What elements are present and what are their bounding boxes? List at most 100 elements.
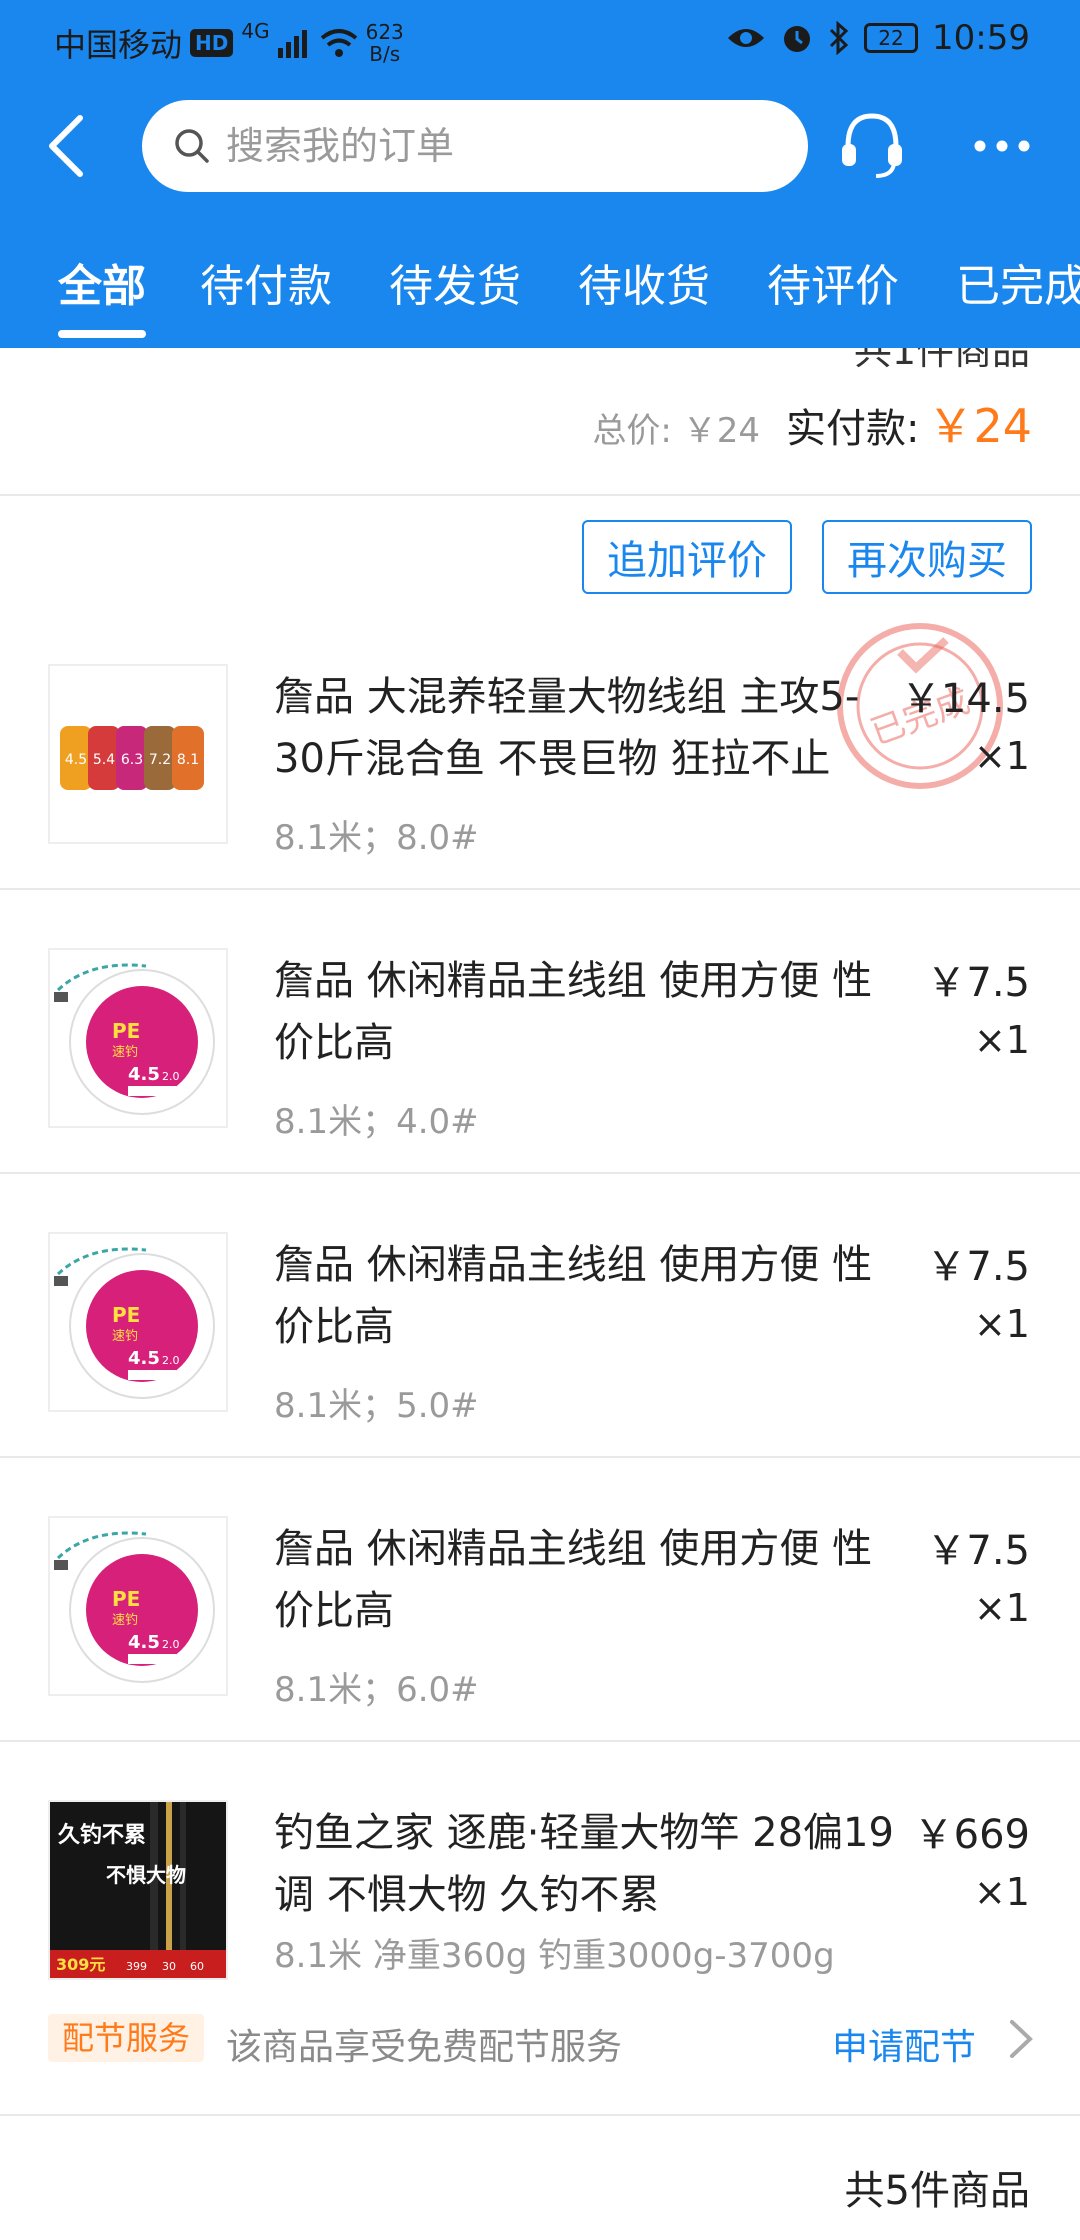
tab-pending-payment[interactable]: 待付款 [200, 250, 332, 314]
search-bar[interactable] [142, 100, 808, 192]
spool-label: 7.2 [149, 752, 171, 768]
clock: 10:59 [932, 18, 1030, 58]
divider [0, 1740, 1080, 1742]
order-tabs: 全部 待付款 待发货 待收货 待评价 已完成 [0, 246, 1080, 348]
order-list: 共1件商品 总价: ￥24 实付款: ￥24 追加评价 再次购买 已完成 4.5… [0, 348, 1080, 2240]
item-title: 詹品 大混养轻量大物线组 主攻5-30斤混合鱼 不畏巨物 狂拉不止 [274, 674, 860, 782]
reel-small-label: 2.0 [162, 1638, 180, 1651]
rod-number: 399 [126, 1960, 147, 1973]
buy-again-button[interactable]: 再次购买 [822, 520, 1032, 594]
eye-icon [728, 29, 765, 47]
reel-small-label: 2.0 [162, 1354, 180, 1367]
line-spools-image: 4.5 5.4 6.3 7.2 8.1 [48, 664, 228, 844]
order-item-count: 共5件商品 [844, 2168, 1030, 2214]
order-item[interactable]: PE 速钓 4.5 2.0 詹品 休闲精品主线组 使用方便 性价比高 8.1米；… [0, 948, 1080, 1232]
search-icon [175, 129, 209, 163]
order-item[interactable]: 4.5 5.4 6.3 7.2 8.1 詹品 大混养轻量大物线组 主攻5-30斤… [0, 664, 1080, 948]
service-description: 该商品享受免费配节服务 [226, 2027, 623, 2068]
alarm-icon [784, 26, 811, 52]
divider [0, 494, 1080, 496]
spool-label: 4.5 [65, 752, 87, 768]
item-quantity: ×1 [973, 1018, 1030, 1062]
previous-order-count: 共1件商品 [853, 348, 1030, 373]
tab-completed[interactable]: 已完成 [956, 250, 1080, 314]
item-title: 钓鱼之家 逐鹿·轻量大物竿 28偏19调 不惧大物 久钓不累 [274, 1810, 894, 1918]
add-review-button[interactable]: 追加评价 [582, 520, 792, 594]
service-row: 配节服务 该商品享受免费配节服务 申请配节 [0, 2014, 1080, 2094]
line-reel-image: PE 速钓 4.5 2.0 [48, 1516, 228, 1696]
item-spec: 8.1米；6.0# [274, 1670, 479, 1710]
line-reel-image: PE 速钓 4.5 2.0 [48, 1232, 228, 1412]
tab-pending-shipment[interactable]: 待发货 [389, 250, 521, 314]
item-quantity: ×1 [973, 1586, 1030, 1630]
item-title: 詹品 休闲精品主线组 使用方便 性价比高 [274, 1242, 873, 1350]
reel-pe-label: PE [112, 1303, 140, 1327]
reel-sub-label: 速钓 [112, 1329, 138, 1344]
item-quantity: ×1 [973, 1870, 1030, 1914]
back-arrow-icon[interactable] [40, 112, 96, 180]
net-speed: 623 B/s [366, 21, 404, 65]
rod-price-tag: 309元 [56, 1955, 105, 1974]
status-bar: 中国移动 HD 4G 623 B/s 22 10:59 [0, 0, 1080, 84]
net-speed-unit: B/s [369, 42, 401, 66]
active-tab-indicator [58, 330, 146, 338]
signal-icon [277, 30, 307, 58]
apply-service-link[interactable]: 申请配节 [832, 2018, 976, 2070]
spool-label: 8.1 [177, 752, 199, 768]
more-icon[interactable] [972, 126, 1032, 166]
bluetooth-icon [829, 21, 849, 55]
fishing-rod-image: 久钓不累 不惧大物 309元 399 30 60 [48, 1800, 228, 1980]
tab-pending-review[interactable]: 待评价 [767, 250, 899, 314]
reel-size-label: 4.5 [128, 1064, 160, 1085]
search-input[interactable] [226, 124, 746, 168]
hd-icon: HD [190, 29, 234, 57]
previous-order-total: 总价: ￥24 实付款: ￥24 [592, 390, 1032, 456]
reel-pe-label: PE [112, 1587, 140, 1611]
item-title: 詹品 休闲精品主线组 使用方便 性价比高 [274, 958, 873, 1066]
divider [0, 2114, 1080, 2116]
item-price: ￥7.5 [926, 960, 1030, 1006]
item-price: ￥7.5 [926, 1244, 1030, 1290]
spool-label: 6.3 [121, 752, 143, 768]
paid-value: ￥24 [927, 399, 1032, 453]
reel-size-label: 4.5 [128, 1632, 160, 1653]
rod-number: 30 [162, 1960, 176, 1973]
reel-small-label: 2.0 [162, 1070, 180, 1083]
network-label: 4G [241, 19, 270, 43]
reel-sub-label: 速钓 [112, 1613, 138, 1628]
spool-label: 5.4 [93, 752, 115, 768]
item-price: ￥669 [913, 1812, 1030, 1858]
reel-size-label: 4.5 [128, 1348, 160, 1369]
item-spec: 8.1米；8.0# [274, 818, 479, 858]
rod-slogan: 久钓不累 [58, 1822, 146, 1848]
service-tag: 配节服务 [48, 2014, 205, 2062]
tab-all[interactable]: 全部 [58, 250, 146, 314]
customer-service-icon[interactable] [836, 106, 908, 182]
wifi-icon [320, 29, 357, 57]
reel-pe-label: PE [112, 1019, 140, 1043]
total-price-label: 总价: ￥24 [592, 411, 760, 451]
nav-row [0, 96, 1080, 196]
divider [0, 888, 1080, 890]
item-title: 詹品 休闲精品主线组 使用方便 性价比高 [274, 1526, 873, 1634]
rod-number: 60 [190, 1960, 204, 1973]
battery-icon: 22 [864, 23, 919, 53]
paid-label: 实付款: [785, 406, 920, 452]
order-item[interactable]: PE 速钓 4.5 2.0 詹品 休闲精品主线组 使用方便 性价比高 8.1米；… [0, 1516, 1080, 1800]
app-header: 中国移动 HD 4G 623 B/s 22 10:59 搜索我的订单 全部 待付… [0, 0, 1080, 348]
net-speed-value: 623 [365, 20, 404, 44]
item-quantity: ×1 [973, 1302, 1030, 1346]
divider [0, 1456, 1080, 1458]
item-price: ￥14.5 [900, 676, 1030, 722]
item-spec: 8.1米；4.0# [274, 1102, 479, 1142]
rod-slogan: 不惧大物 [106, 1863, 186, 1887]
item-price: ￥7.5 [926, 1528, 1030, 1574]
item-quantity: ×1 [973, 734, 1030, 778]
item-spec: 8.1米 净重360g 钓重3000g-3700g [274, 1936, 835, 1976]
item-spec: 8.1米；5.0# [274, 1386, 479, 1426]
tab-pending-receipt[interactable]: 待收货 [578, 250, 710, 314]
order-item[interactable]: PE 速钓 4.5 2.0 詹品 休闲精品主线组 使用方便 性价比高 8.1米；… [0, 1232, 1080, 1516]
divider [0, 1172, 1080, 1174]
chevron-right-icon[interactable] [1006, 2014, 1036, 2064]
reel-sub-label: 速钓 [112, 1045, 138, 1060]
